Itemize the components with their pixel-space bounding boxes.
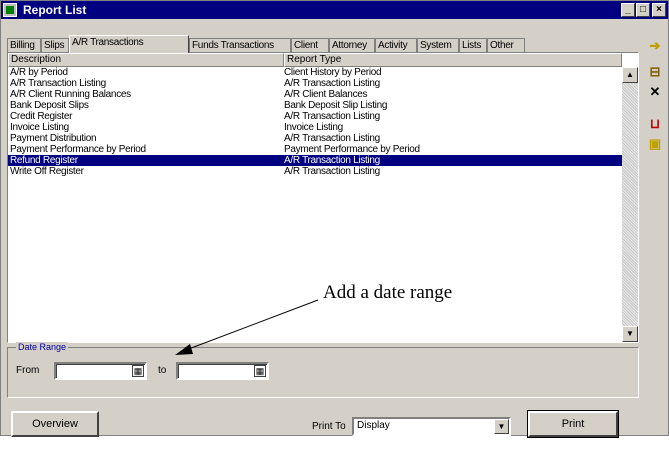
- tab-ar-transactions[interactable]: A/R Transactions: [69, 35, 189, 53]
- annotation-arrow-icon: [175, 299, 319, 355]
